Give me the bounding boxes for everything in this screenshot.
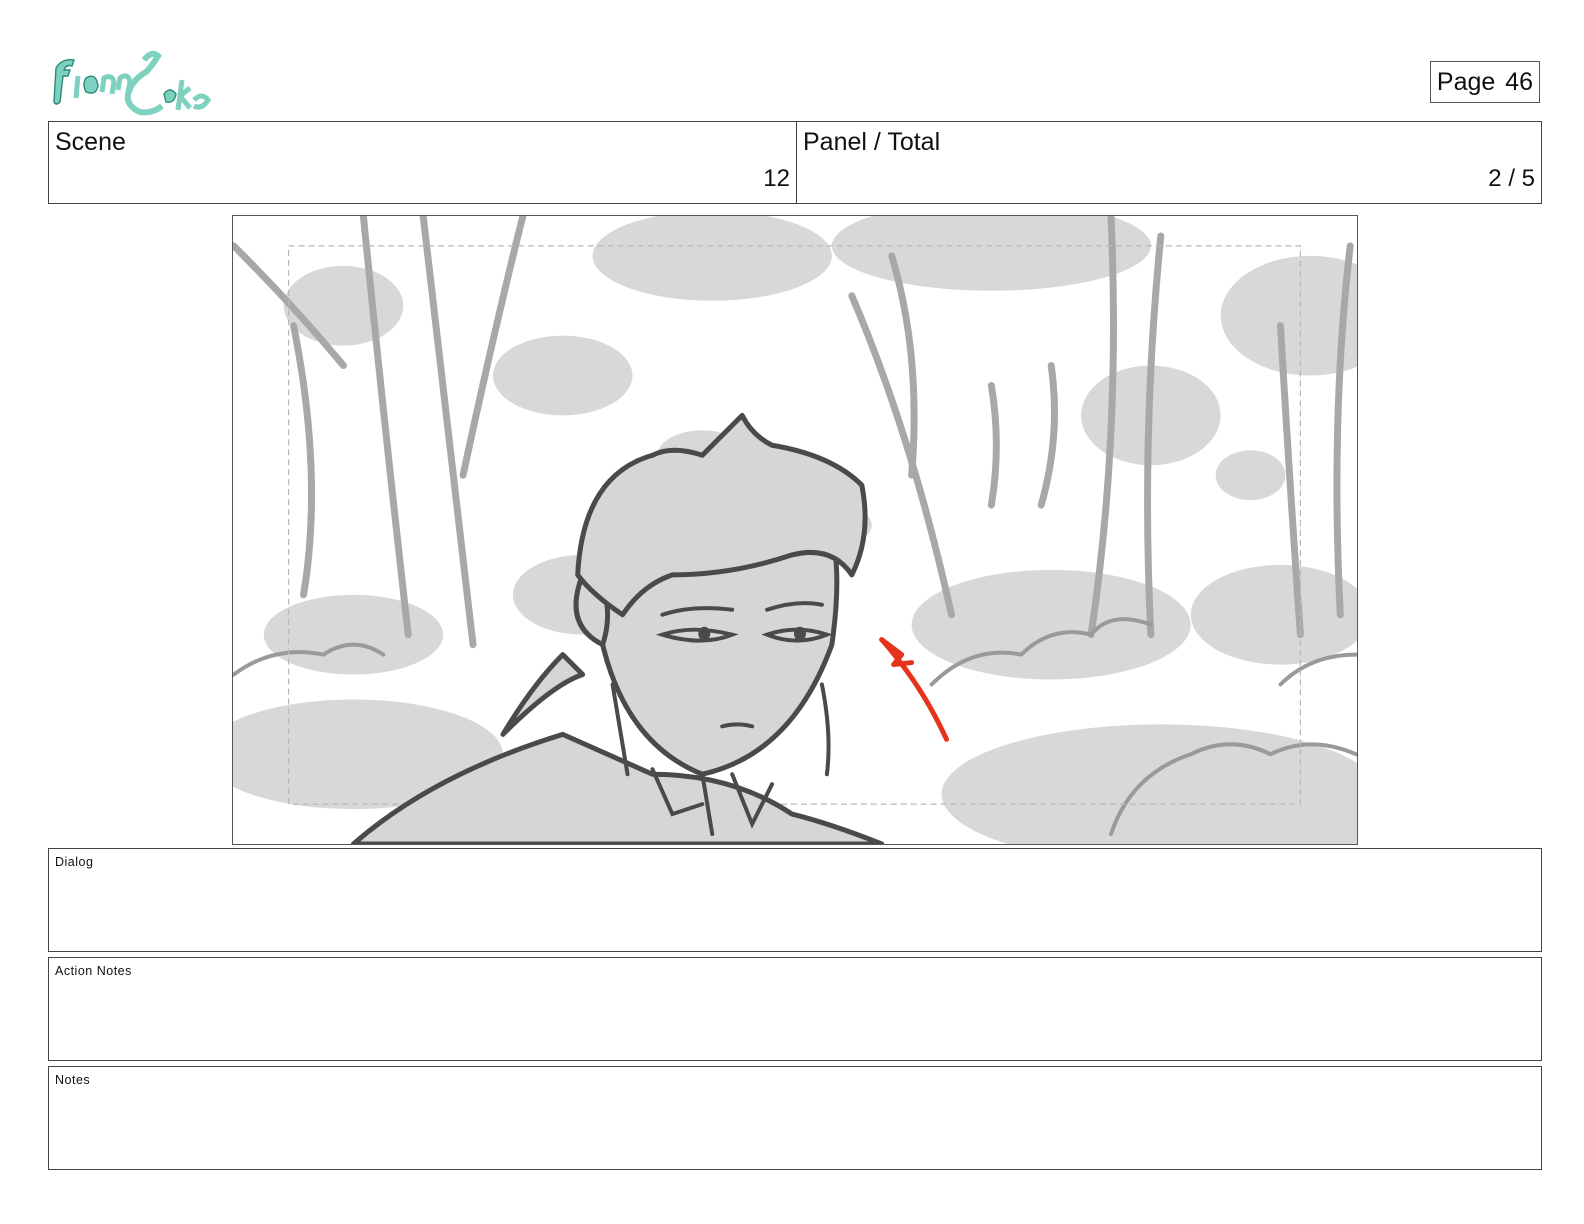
- forest-character-sketch-icon: [233, 216, 1357, 844]
- notes-label: Notes: [55, 1073, 91, 1087]
- dialog-box[interactable]: Dialog: [48, 848, 1542, 952]
- notes-box[interactable]: Notes: [48, 1066, 1542, 1170]
- scene-cell: Scene 12: [49, 122, 797, 203]
- panel-label: Panel / Total: [803, 128, 941, 156]
- panel-cell: Panel / Total 2 / 5: [797, 122, 1541, 203]
- action-notes-box[interactable]: Action Notes: [48, 957, 1542, 1061]
- page-number-box: Page 46: [1430, 61, 1540, 103]
- scene-label: Scene: [55, 128, 126, 156]
- dialog-label: Dialog: [55, 855, 94, 869]
- scene-value: 12: [763, 165, 790, 192]
- action-notes-label: Action Notes: [55, 964, 132, 978]
- page-label: Page: [1436, 67, 1496, 96]
- storyboard-panel-image: [232, 215, 1358, 845]
- fionna-and-cake-logo-icon: [52, 50, 212, 116]
- scene-panel-header: Scene 12 Panel / Total 2 / 5: [48, 121, 1542, 204]
- page-number: 46: [1505, 67, 1534, 96]
- panel-value: 2 / 5: [1488, 165, 1535, 192]
